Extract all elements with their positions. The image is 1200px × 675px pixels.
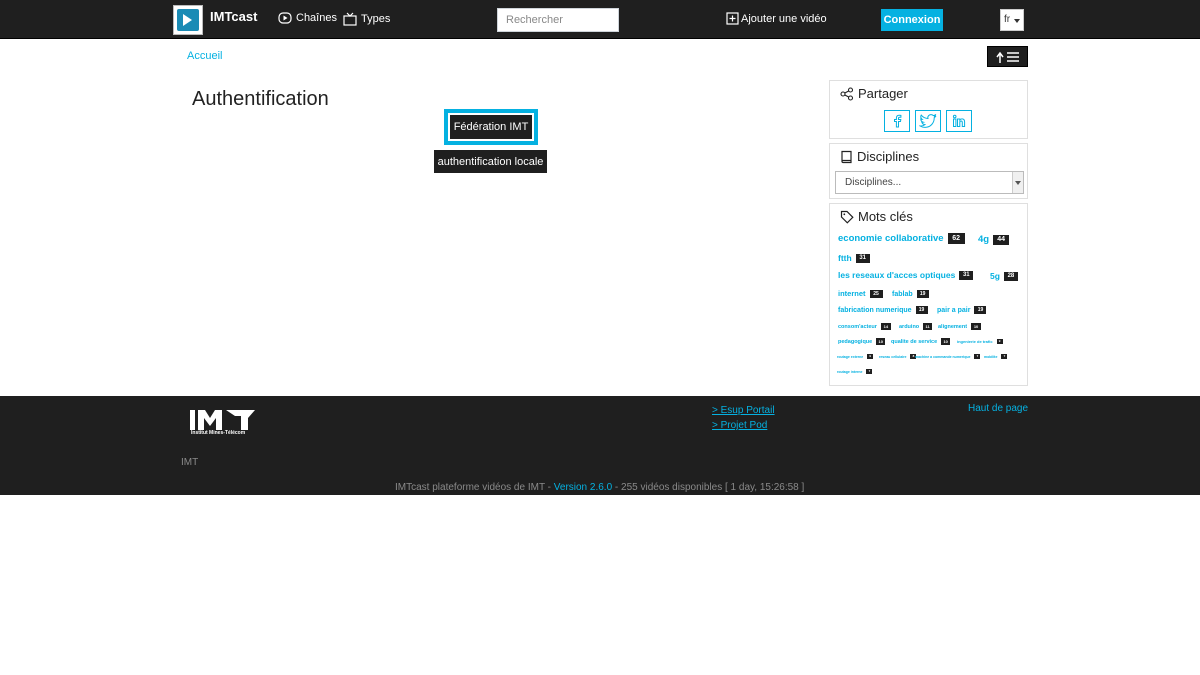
play-circle-icon bbox=[278, 12, 292, 24]
tag-link[interactable]: fabrication numerique 19 bbox=[838, 306, 928, 314]
tag-link[interactable]: les reseaux d'acces optiques 31 bbox=[838, 270, 974, 280]
tag-link[interactable]: 4g 44 bbox=[978, 234, 1010, 245]
imtcast-logo-icon bbox=[173, 5, 203, 35]
share-facebook-button[interactable] bbox=[884, 110, 910, 132]
chevron-down-icon bbox=[1012, 172, 1023, 193]
tag-link[interactable]: ingenierie de trafic 9 bbox=[957, 339, 1003, 344]
tag-link[interactable]: mobilite 7 bbox=[984, 354, 1008, 359]
breadcrumb-home[interactable]: Accueil bbox=[187, 50, 222, 62]
federation-button-focus: Fédération IMT bbox=[444, 109, 538, 145]
version-link[interactable]: Version 2.6.0 bbox=[554, 482, 612, 493]
plus-square-icon bbox=[726, 12, 739, 25]
add-video-link[interactable]: Ajouter une vidéo bbox=[726, 12, 827, 25]
nav-types-link[interactable]: Types bbox=[343, 12, 390, 26]
tag-link[interactable]: economie collaborative 62 bbox=[838, 233, 965, 244]
linkedin-icon bbox=[952, 114, 966, 127]
tag-link[interactable]: qualite de service 10 bbox=[891, 338, 951, 345]
tag-link[interactable]: alignement 10 bbox=[938, 323, 982, 330]
search-input[interactable] bbox=[497, 8, 619, 32]
add-video-label: Ajouter une vidéo bbox=[741, 12, 827, 25]
tags-title: Mots clés bbox=[840, 209, 913, 224]
esup-portail-link[interactable]: > Esup Portail bbox=[712, 403, 775, 418]
local-auth-button[interactable]: authentification locale bbox=[434, 150, 547, 173]
tag-link[interactable]: routage interne 7 bbox=[837, 369, 873, 374]
tag-link[interactable]: reseau cellulaire 8 bbox=[879, 354, 917, 359]
footer: Institut Mines-Télécom > Esup Portail > … bbox=[0, 396, 1200, 495]
twitter-icon bbox=[919, 114, 937, 128]
tag-link[interactable]: ftth 31 bbox=[838, 253, 870, 263]
projet-pod-link[interactable]: > Projet Pod bbox=[712, 418, 775, 433]
share-twitter-button[interactable] bbox=[915, 110, 941, 132]
tag-link[interactable]: arduino 11 bbox=[899, 323, 933, 330]
footer-org: IMT bbox=[181, 457, 199, 468]
tag-link[interactable]: 5g 28 bbox=[990, 271, 1018, 281]
nav-channels-link[interactable]: Chaînes bbox=[278, 12, 337, 24]
share-icon bbox=[840, 86, 854, 101]
language-value: fr bbox=[1004, 14, 1011, 25]
tags-card: Mots clés economie collaborative 62 4g 44 … bbox=[829, 203, 1028, 386]
imt-logo-icon bbox=[190, 410, 255, 430]
disciplines-card: Disciplines Disciplines... bbox=[829, 143, 1028, 199]
book-icon bbox=[841, 150, 852, 163]
menu-collapse-icon bbox=[995, 51, 1019, 63]
nav-types-label: Types bbox=[361, 13, 391, 25]
footer-links: > Esup Portail > Projet Pod bbox=[712, 403, 775, 433]
login-button[interactable]: Connexion bbox=[881, 9, 943, 31]
facebook-icon bbox=[894, 114, 902, 128]
tag-link[interactable]: routage externe 9 bbox=[837, 354, 874, 359]
tag-link[interactable]: machine a commande numerique 7 bbox=[915, 354, 981, 359]
tag-icon bbox=[840, 210, 854, 224]
tag-link[interactable]: pair a pair 19 bbox=[937, 306, 987, 314]
share-card: Partager bbox=[829, 80, 1028, 139]
tag-link[interactable]: internet 25 bbox=[838, 289, 883, 298]
share-linkedin-button[interactable] bbox=[946, 110, 972, 132]
nav-channels-label: Chaînes bbox=[296, 12, 337, 24]
imt-logo-subtitle: Institut Mines-Télécom bbox=[191, 430, 246, 436]
tv-icon bbox=[343, 12, 357, 26]
disciplines-selected-value: Disciplines... bbox=[845, 177, 902, 188]
sidebar-toggle-button[interactable] bbox=[987, 46, 1028, 67]
language-select[interactable]: fr bbox=[1000, 9, 1024, 31]
top-navbar: IMTcast Chaînes Types Ajouter une vidéo … bbox=[0, 0, 1200, 39]
back-to-top-link[interactable]: Haut de page bbox=[968, 403, 1028, 414]
page-title: Authentification bbox=[192, 88, 329, 110]
federation-imt-button[interactable]: Fédération IMT bbox=[450, 115, 532, 139]
tag-link[interactable]: pedagogique 10 bbox=[838, 338, 886, 345]
share-title: Partager bbox=[840, 86, 908, 101]
brand-name: IMTcast bbox=[210, 8, 258, 24]
chevron-down-icon bbox=[1014, 19, 1020, 23]
disciplines-title: Disciplines bbox=[840, 149, 919, 164]
tag-link[interactable]: consom'acteur 14 bbox=[838, 323, 891, 330]
brand-link[interactable]: IMTcast bbox=[173, 5, 257, 35]
tag-link[interactable]: fablab 19 bbox=[892, 290, 929, 298]
footer-info: IMTcast plateforme vidéos de IMT - Versi… bbox=[395, 482, 805, 493]
disciplines-select[interactable]: Disciplines... bbox=[835, 171, 1024, 194]
